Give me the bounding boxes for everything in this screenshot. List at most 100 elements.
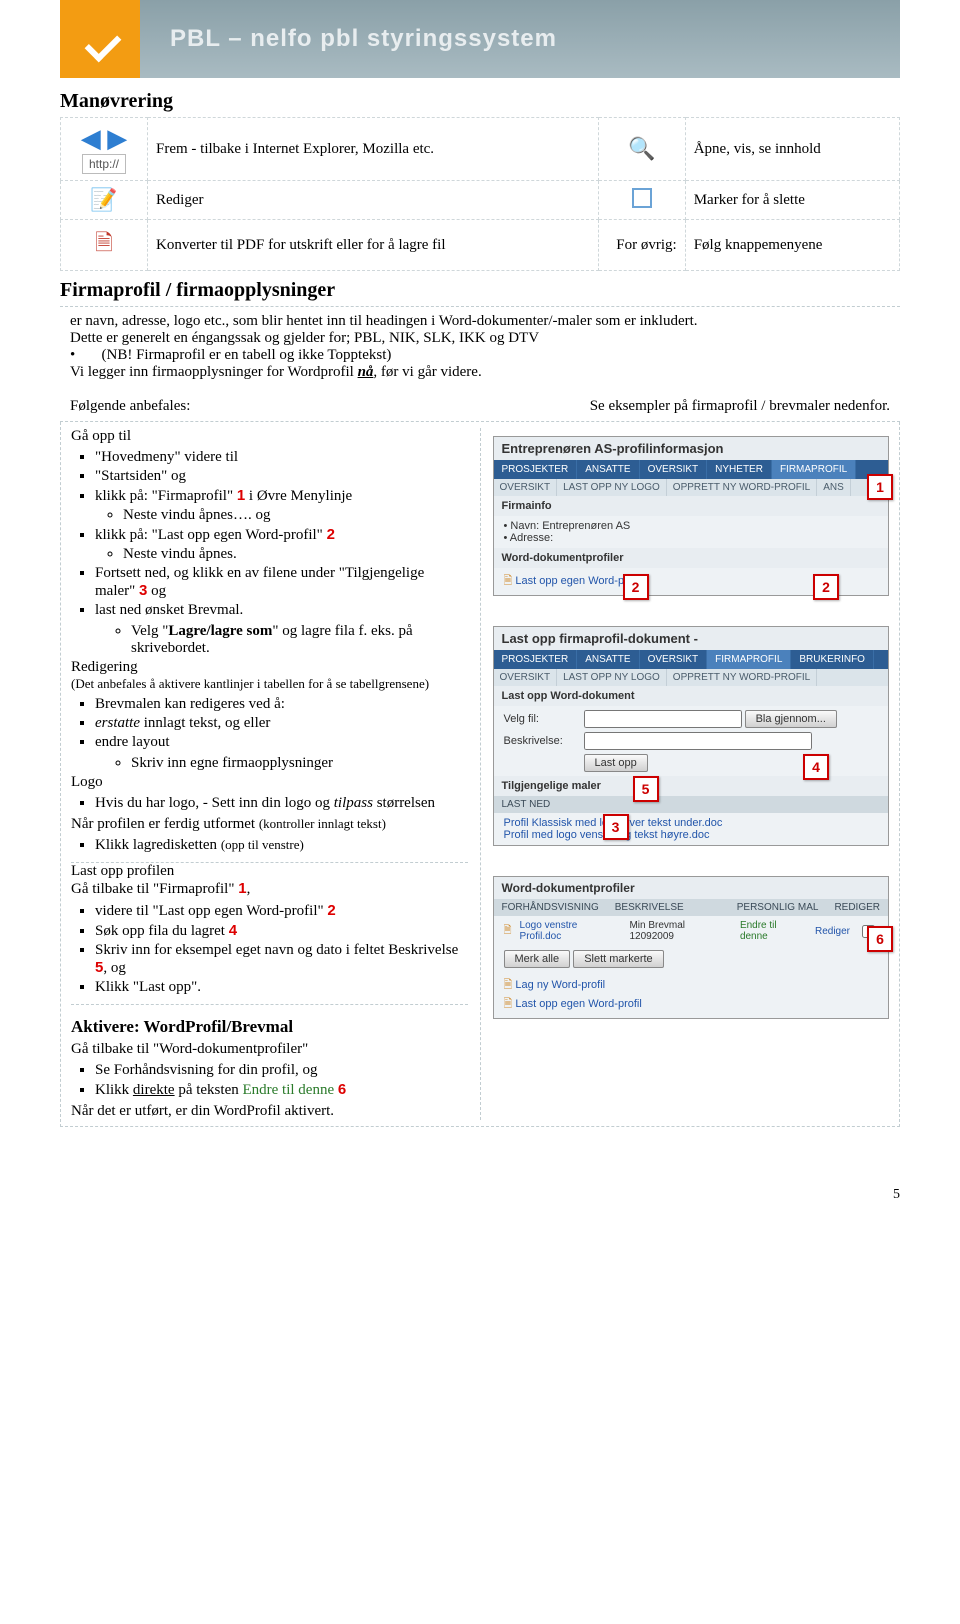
left-column: Gå opp til "Hovedmeny" videre til "Start… bbox=[71, 428, 481, 1120]
li-klikk-last-opp: Klikk "Last opp". bbox=[95, 979, 468, 996]
marker-1: 1 bbox=[867, 474, 893, 500]
ss2-file2[interactable]: Profil med logo venstre og tekst høyre.d… bbox=[504, 829, 879, 841]
aktivere-last: Når det er utført, er din WordProfil akt… bbox=[71, 1103, 468, 1120]
ss2-upload-h: Last opp Word-dokument bbox=[494, 686, 889, 706]
li-logo-text: Hvis du har logo, - Sett inn din logo og… bbox=[95, 795, 468, 812]
tab-oversikt[interactable]: OVERSIKT bbox=[640, 460, 708, 479]
manov-r1c2: Åpne, vis, se innhold bbox=[685, 118, 899, 181]
ss2-title: Last opp firmaprofil-dokument - bbox=[494, 627, 889, 650]
li-klikk-lagre: Klikk lagredisketten (opp til venstre) bbox=[95, 837, 468, 854]
firma-intro-box: er navn, adresse, logo etc., som blir he… bbox=[60, 306, 900, 422]
screenshot-profilinfo: Entreprenøren AS-profilinformasjon PROSJ… bbox=[493, 436, 890, 596]
ss3-endre[interactable]: Endre til denne bbox=[740, 920, 807, 942]
ss3-col1: BESKRIVELSE bbox=[615, 902, 684, 913]
li-lastopp: klikk på: "Last opp egen Word-profil" 2 … bbox=[95, 526, 468, 563]
ss2-besk-lbl: Beskrivelse: bbox=[504, 735, 584, 747]
li-endre-layout: endre layout bbox=[95, 734, 468, 751]
folgende-anbefales: Følgende anbefales: bbox=[70, 398, 190, 415]
main-two-col: Gå opp til "Hovedmeny" videre til "Start… bbox=[60, 422, 900, 1127]
marker-3: 3 bbox=[603, 814, 629, 840]
tab-prosjekter[interactable]: PROSJEKTER bbox=[494, 460, 578, 479]
ss2-subtab-lastopp-logo[interactable]: LAST OPP NY LOGO bbox=[557, 669, 667, 686]
nar-profil-line: Når profilen er ferdig utformet (kontrol… bbox=[71, 816, 468, 833]
ss2-tab-ansatte[interactable]: ANSATTE bbox=[577, 650, 639, 669]
ss1-wdp-h: Word-dokumentprofiler bbox=[494, 548, 889, 568]
ga-tilbake-firma: Gå tilbake til "Firmaprofil" 1, bbox=[71, 880, 468, 898]
manov-r2c2: Marker for å slette bbox=[685, 181, 899, 220]
section-manovrering-title: Manøvrering bbox=[60, 90, 900, 113]
tab-ansatte[interactable]: ANSATTE bbox=[577, 460, 639, 479]
ss2-lastned-col: LAST NED bbox=[494, 796, 889, 813]
banner-title: PBL – nelfo pbl styringssystem bbox=[140, 0, 900, 78]
word-icon-2: 🗎 bbox=[504, 923, 512, 940]
ss2-tab-oversikt[interactable]: OVERSIKT bbox=[640, 650, 708, 669]
li-skriv-inn: Skriv inn egne firmaopplysninger bbox=[131, 755, 468, 772]
banner-logo bbox=[60, 0, 140, 78]
magnifier-cell: 🔍 bbox=[598, 118, 685, 181]
btn-slett-markerte[interactable]: Slett markerte bbox=[573, 950, 663, 968]
firma-intro-3-text: (NB! Firmaprofil er en tabell og ikke To… bbox=[102, 347, 392, 363]
ss2-besk-input[interactable] bbox=[584, 732, 812, 750]
marker-4: 4 bbox=[803, 754, 829, 780]
manov-r1c1: Frem - tilbake i Internet Explorer, Mozi… bbox=[148, 118, 599, 181]
subtab-lastopp-logo[interactable]: LAST OPP NY LOGO bbox=[557, 479, 667, 496]
manov-r3c2: Følg knappemenyene bbox=[685, 220, 899, 271]
ss2-tab-prosjekter[interactable]: PROSJEKTER bbox=[494, 650, 578, 669]
magnifier-icon: 🔍 bbox=[628, 136, 655, 161]
subtab-ans[interactable]: ANS bbox=[817, 479, 851, 496]
btn-merk-alle[interactable]: Merk alle bbox=[504, 950, 571, 968]
section-firmaprofil-title: Firmaprofil / firmaopplysninger bbox=[60, 279, 900, 302]
screenshot-wdp: Word-dokumentprofiler FORHÅNDSVISNING BE… bbox=[493, 876, 890, 1019]
ss2-browse-btn[interactable]: Bla gjennom... bbox=[745, 710, 837, 728]
aktivere-line1: Gå tilbake til "Word-dokumentprofiler" bbox=[71, 1041, 468, 1058]
right-column: Entreprenøren AS-profilinformasjon PROSJ… bbox=[481, 428, 890, 1120]
li-aktivere-b1: Se Forhåndsvisning for din profil, og bbox=[95, 1062, 468, 1079]
page-number: 5 bbox=[0, 1187, 960, 1203]
ss2-upload-btn[interactable]: Last opp bbox=[584, 754, 648, 772]
ss2-subtab-oversikt[interactable]: OVERSIKT bbox=[494, 669, 558, 686]
ss3-col3: REDIGER bbox=[834, 902, 880, 913]
marker-2b: 2 bbox=[813, 574, 839, 600]
subtab-opprett-word[interactable]: OPPRETT NY WORD-PROFIL bbox=[667, 479, 817, 496]
marker-2a: 2 bbox=[623, 574, 649, 600]
nav-icons-cell: ◀ ▶ http:// bbox=[61, 118, 148, 181]
ss2-velg-fil-lbl: Velg fil: bbox=[504, 713, 584, 725]
tab-nyheter[interactable]: NYHETER bbox=[707, 460, 772, 479]
li-firmaprofil: klikk på: "Firmaprofil" 1 i Øvre Menylin… bbox=[95, 487, 468, 524]
manovrering-table: ◀ ▶ http:// Frem - tilbake i Internet Ex… bbox=[60, 117, 900, 271]
firma-intro-4: Vi legger inn firmaopplysninger for Word… bbox=[70, 364, 890, 381]
manov-r2c1: Rediger bbox=[148, 181, 599, 220]
ss2-subtabs: OVERSIKT LAST OPP NY LOGO OPPRETT NY WOR… bbox=[494, 669, 889, 686]
checkbox-icon bbox=[632, 188, 652, 208]
header-banner: PBL – nelfo pbl styringssystem bbox=[60, 0, 900, 78]
word-icon-3: 🗎 bbox=[504, 979, 513, 991]
subtab-oversikt[interactable]: OVERSIKT bbox=[494, 479, 558, 496]
ss2-file1[interactable]: Profil Klassisk med logo over tekst unde… bbox=[504, 817, 879, 829]
aktivere-heading: Aktivere: WordProfil/Brevmal bbox=[71, 1017, 468, 1037]
firma-intro-2: Dette er generelt en éngangssak og gjeld… bbox=[70, 330, 890, 347]
ss3-lastopp[interactable]: Last opp egen Word-profil bbox=[515, 998, 641, 1010]
ss3-lag-ny[interactable]: Lag ny Word-profil bbox=[515, 979, 605, 991]
li-videre-til: videre til "Last opp egen Word-profil" 2 bbox=[95, 902, 468, 920]
ss3-rediger[interactable]: Rediger bbox=[815, 926, 850, 937]
ss3-filename[interactable]: Logo venstre Profil.doc bbox=[520, 920, 622, 942]
ga-opp-til: Gå opp til bbox=[71, 428, 468, 445]
ss2-tab-brukerinfo[interactable]: BRUKERINFO bbox=[791, 650, 874, 669]
pdf-icon: 🗎 bbox=[95, 230, 113, 255]
last-opp-profilen: Last opp profilen bbox=[71, 863, 468, 880]
li-brevmal-intro: Brevmalen kan redigeres ved å: bbox=[95, 696, 468, 713]
tab-firmaprofil[interactable]: FIRMAPROFIL bbox=[772, 460, 856, 479]
ss1-subtabs: OVERSIKT LAST OPP NY LOGO OPPRETT NY WOR… bbox=[494, 479, 889, 496]
marker-5: 5 bbox=[633, 776, 659, 802]
ss3-besk: Min Brevmal 12092009 bbox=[629, 920, 731, 942]
ss2-file-input[interactable] bbox=[584, 710, 742, 728]
checkbox-cell bbox=[598, 181, 685, 220]
ss1-adresse: • Adresse: bbox=[504, 532, 879, 544]
edit-icon-cell: 📝 bbox=[61, 181, 148, 220]
li-skriv-inn-eks: Skriv inn for eksempel eget navn og dato… bbox=[95, 942, 468, 977]
ss1-title: Entreprenøren AS-profilinformasjon bbox=[494, 437, 889, 460]
manov-r3c1: Konverter til PDF for utskrift eller for… bbox=[148, 220, 599, 271]
ss2-subtab-opprett-word[interactable]: OPPRETT NY WORD-PROFIL bbox=[667, 669, 817, 686]
li-neste2: Neste vindu åpnes. bbox=[123, 546, 468, 563]
ss2-tab-firmaprofil[interactable]: FIRMAPROFIL bbox=[707, 650, 791, 669]
